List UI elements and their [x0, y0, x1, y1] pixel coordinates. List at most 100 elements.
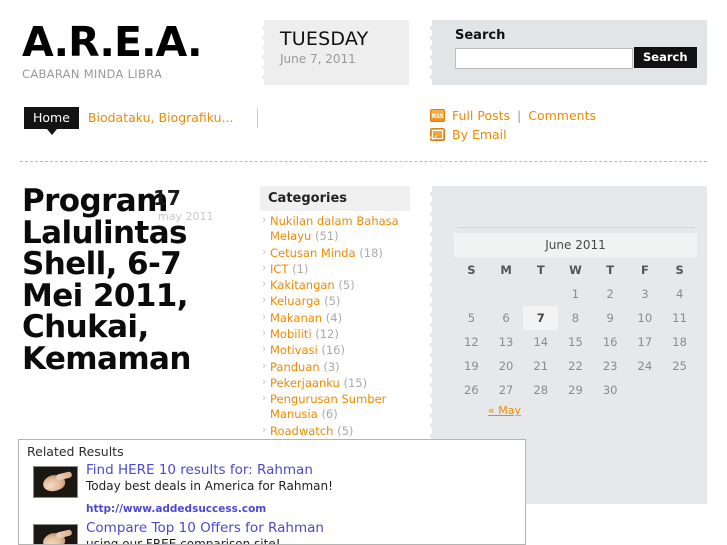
calendar-day[interactable]: 6: [489, 306, 524, 330]
calendar-day[interactable]: 25: [662, 354, 697, 378]
calendar-day[interactable]: 24: [628, 354, 663, 378]
category-label: Cetusan Minda: [270, 245, 356, 260]
full-posts-link[interactable]: Full Posts: [452, 108, 510, 123]
post-title[interactable]: Program Lalulintas Shell, 6-7 Mei 2011, …: [22, 185, 247, 376]
calendar-weekday: M: [500, 263, 512, 277]
category-item[interactable]: Nukilan dalam Bahasa Melayu (51): [260, 213, 410, 246]
category-label: Panduan: [270, 359, 320, 374]
calendar-day[interactable]: 14: [523, 330, 558, 354]
calendar-day[interactable]: 22: [558, 354, 593, 378]
calendar-weekday: S: [467, 263, 476, 277]
category-count: (16): [321, 343, 345, 358]
calendar-weekday: W: [569, 263, 582, 277]
category-item[interactable]: ICT (1): [260, 261, 410, 278]
calendar-week-row: 12 13 14 15 16 17 18: [454, 330, 697, 354]
category-item[interactable]: Pekerjaanku (15): [260, 375, 410, 392]
calendar-day[interactable]: 10: [628, 306, 663, 330]
calendar-day[interactable]: 29: [558, 378, 593, 402]
calendar-day[interactable]: 26: [454, 378, 489, 402]
calendar-prev-month-link[interactable]: « May: [488, 404, 521, 417]
related-result-item[interactable]: Find HERE 10 results for: Rahman Today b…: [19, 461, 525, 515]
calendar-day[interactable]: 3: [628, 282, 663, 306]
category-label: ICT: [270, 261, 289, 276]
category-item[interactable]: Cetusan Minda (18): [260, 245, 410, 262]
calendar-weekday: T: [606, 263, 615, 277]
calendar-day[interactable]: 8: [558, 306, 593, 330]
site-branding: A.R.E.A. CABARAN MINDA LIBRA: [22, 18, 252, 82]
calendar-day[interactable]: 1: [558, 282, 593, 306]
calendar-day[interactable]: 5: [454, 306, 489, 330]
comments-link[interactable]: Comments: [528, 108, 596, 123]
calendar-table: June 2011 SMTWTFS 1 2 3 4 5 6 7 8 9 10 11 12 13 14 15 1…: [454, 233, 697, 402]
calendar-caption: June 2011: [454, 233, 697, 257]
header-divider: [20, 161, 707, 162]
calendar-day[interactable]: 21: [523, 354, 558, 378]
categories-heading: Categories: [260, 186, 410, 211]
calendar-day[interactable]: 19: [454, 354, 489, 378]
pointing-hand-thumbnail-icon: [33, 523, 78, 544]
calendar-week-row: 26 27 28 29 30: [454, 378, 697, 402]
nav-item-home[interactable]: Home: [24, 107, 79, 135]
related-result-headline[interactable]: Compare Top 10 Offers for Rahman: [86, 520, 324, 536]
calendar-weekday: T: [536, 263, 545, 277]
related-result-headline[interactable]: Find HERE 10 results for: Rahman: [86, 462, 333, 478]
related-result-item[interactable]: Compare Top 10 Offers for Rahman using o…: [19, 519, 525, 545]
rss-icon: RSS: [430, 109, 445, 122]
calendar-day[interactable]: 11: [662, 306, 697, 330]
categories-list: Nukilan dalam Bahasa Melayu (51)Cetusan …: [260, 213, 410, 440]
related-results-title: Related Results: [27, 444, 124, 459]
calendar-day[interactable]: 18: [662, 330, 697, 354]
feed-links: RSS Full Posts | Comments By Email: [430, 106, 596, 144]
search-widget: Search Search: [430, 20, 707, 85]
category-item[interactable]: Panduan (3): [260, 359, 410, 376]
category-item[interactable]: Kakitangan (5): [260, 277, 410, 294]
calendar-day[interactable]: 7: [523, 306, 559, 330]
calendar-day[interactable]: 13: [489, 330, 524, 354]
calendar-day[interactable]: 28: [523, 378, 558, 402]
category-item[interactable]: Pengurusan Sumber Manusia (6): [260, 391, 410, 424]
calendar-weekday-row: SMTWTFS: [454, 257, 697, 282]
site-title: A.R.E.A.: [22, 18, 203, 66]
category-item[interactable]: Mobiliti (12): [260, 326, 410, 343]
feed-row-email: By Email: [430, 125, 596, 144]
category-item[interactable]: Motivasi (16): [260, 342, 410, 359]
calendar-day[interactable]: 30: [593, 378, 628, 402]
current-weekday: TUESDAY: [280, 28, 369, 50]
search-label: Search: [455, 28, 506, 43]
related-result-url[interactable]: http://www.addedsuccess.com: [86, 503, 333, 515]
search-button[interactable]: Search: [634, 47, 697, 68]
category-item[interactable]: Keluarga (5): [260, 293, 410, 310]
calendar-day[interactable]: 9: [593, 306, 628, 330]
category-label: Makanan: [270, 310, 323, 325]
calendar-week-row: 1234: [454, 282, 697, 306]
calendar-day[interactable]: 27: [489, 378, 524, 402]
category-item[interactable]: Roadwatch (5): [260, 423, 410, 440]
search-input[interactable]: [455, 48, 633, 69]
calendar-day-empty: [489, 282, 524, 306]
feed-separator: |: [517, 108, 522, 123]
calendar-day[interactable]: 2: [593, 282, 628, 306]
calendar-day[interactable]: 20: [489, 354, 524, 378]
calendar-day[interactable]: 15: [558, 330, 593, 354]
pointing-hand-thumbnail-icon: [33, 466, 78, 498]
category-item[interactable]: Makanan (4): [260, 310, 410, 327]
nav-item-biodataku[interactable]: Biodataku, Biografiku...: [79, 107, 243, 129]
primary-navigation: Home Biodataku, Biografiku...: [24, 107, 258, 135]
category-label: Kakitangan: [270, 278, 335, 293]
envelope-icon: [430, 128, 445, 141]
nav-divider: [256, 108, 258, 128]
category-count: (18): [359, 245, 383, 260]
category-count: (5): [338, 278, 355, 293]
category-count: (15): [343, 375, 368, 390]
calendar-day[interactable]: 16: [593, 330, 628, 354]
category-label: Roadwatch: [270, 423, 334, 438]
category-count: (51): [315, 229, 339, 244]
calendar-week-row: 19 20 21 22 23 24 25: [454, 354, 697, 378]
by-email-link[interactable]: By Email: [452, 127, 507, 142]
calendar-day[interactable]: 17: [628, 330, 663, 354]
related-result-description: using our FREE comparison site!: [86, 536, 281, 545]
calendar-day[interactable]: 4: [662, 282, 697, 306]
calendar-day[interactable]: 12: [454, 330, 489, 354]
category-label: Mobiliti: [270, 326, 312, 341]
calendar-day[interactable]: 23: [593, 354, 628, 378]
